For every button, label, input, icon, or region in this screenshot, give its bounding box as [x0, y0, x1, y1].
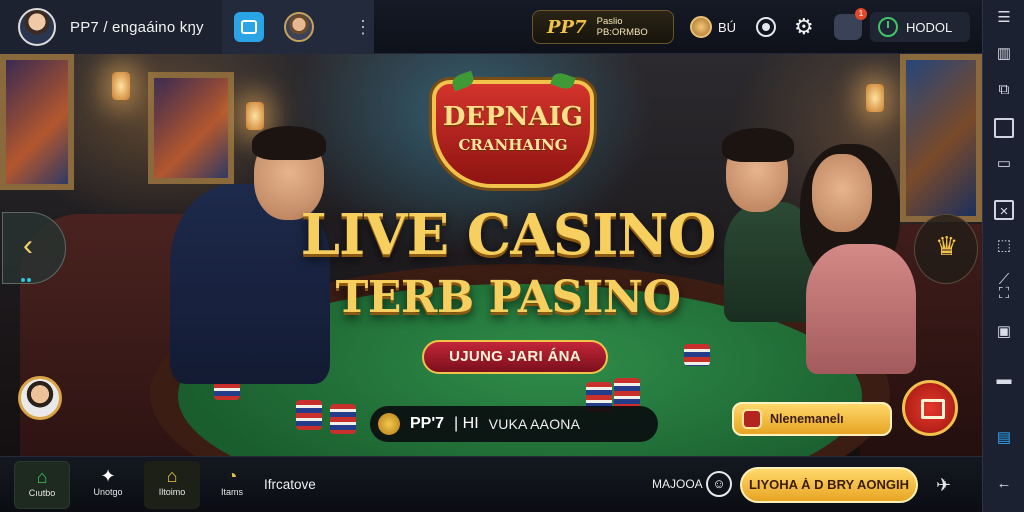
emblem-title: DEPNAIG [442, 102, 584, 132]
chat-button[interactable]: 1 [834, 8, 867, 40]
home-label: HODOL [906, 19, 953, 35]
coin-label: BÚ [718, 19, 737, 35]
home-button[interactable]: HODOL [870, 12, 970, 42]
headline-primary: LIVE CASINO [300, 202, 717, 268]
expand-icon[interactable]: × [994, 200, 1014, 220]
user-badge-icon [742, 409, 762, 429]
page-title: PP7 / engaáino kŋy [70, 18, 204, 36]
footer-text: Ifrcatove [264, 477, 316, 492]
emblem-subtitle: CRANHAING [458, 136, 568, 154]
info-brand: PP'7 [410, 415, 445, 432]
chip-stack [296, 400, 322, 430]
tab-timer[interactable]: ◔ Itams [204, 461, 260, 509]
tab-label: Unotgo [93, 487, 123, 497]
back-icon[interactable]: ← [994, 474, 1014, 494]
support-agent-avatar[interactable] [18, 376, 62, 420]
frame-icon[interactable]: ⬚ [994, 236, 1014, 256]
tab-promos[interactable]: ✦ Unotgo [80, 461, 136, 509]
brand-subtitle-line2: PB:ORMBO [596, 27, 648, 38]
tab-shop[interactable]: ⌂ Iltoimo [144, 461, 200, 509]
tab-label: Itams [220, 487, 243, 497]
app-switcher: ⋮ [222, 0, 374, 54]
info-text: VUKA AAONA [488, 416, 581, 432]
brand-logo: PP7 [547, 16, 587, 38]
wall-poster-left [0, 54, 74, 190]
more-options-icon[interactable]: ⋮ [354, 14, 372, 40]
top-bar: PP7 / engaáino kŋy ⋮ PP7 Paslio PB:ORMBO… [0, 0, 982, 54]
wall-lamp [866, 84, 884, 112]
active-screen-icon[interactable]: ▤ [994, 428, 1014, 448]
play-now-button[interactable]: LIYOHA Ȧ D BRY AONGIH [740, 467, 918, 503]
layers-icon[interactable]: ▣ [994, 322, 1014, 342]
info-pill[interactable]: PP'7 | HI VUKA AAONA [370, 406, 658, 442]
friend-avatar[interactable] [284, 12, 314, 42]
home-icon: ⌂ [36, 467, 48, 487]
app-launcher-icon[interactable] [234, 12, 264, 42]
wall-lamp [112, 72, 130, 100]
brand-subtitle-line1: Paslio [596, 16, 623, 27]
crop-icon[interactable]: ⛶ [994, 284, 1014, 304]
timer-icon: ◔ [226, 466, 238, 486]
wall-lamp [246, 102, 264, 130]
shop-icon: ⌂ [166, 466, 178, 486]
target-icon[interactable] [756, 17, 776, 37]
bottom-nav: ⌂ Cıutbo ✦ Unotgo ⌂ Iltoimo ◔ Itams Ifrc… [0, 456, 982, 512]
emblem-shield [432, 80, 594, 188]
chip-stack [614, 378, 640, 408]
user-avatar[interactable] [18, 8, 56, 46]
chip-stack [684, 344, 710, 366]
register-button[interactable]: Nlenemanelı [732, 402, 892, 436]
layout-icon[interactable]: ▥ [994, 44, 1014, 64]
link-icon[interactable]: ⧉ [994, 80, 1014, 100]
settings-gear-icon[interactable]: ⚙ [794, 14, 814, 40]
casino-emblem: DEPNAIG CRANHAING [432, 70, 594, 188]
hero-banner[interactable]: DEPNAIG CRANHAING LIVE CASINO TERB PASIN… [0, 54, 982, 456]
wallet-button[interactable] [902, 380, 958, 436]
smile-icon[interactable]: ☺ [706, 471, 732, 497]
info-separator: | HI [454, 415, 479, 432]
coin-balance[interactable]: BÚ [690, 16, 736, 38]
pin-icon[interactable]: ✈ [936, 475, 951, 496]
square-icon[interactable] [994, 118, 1014, 138]
promo-ribbon[interactable]: UJUNG JARI ÁNA [422, 340, 608, 374]
brand-subtitle: Paslio PB:ORMBO [597, 16, 648, 38]
footer-user: MAJOOA [652, 477, 703, 491]
screen-icon[interactable]: ▭ [994, 154, 1014, 174]
clock-icon [878, 17, 898, 37]
trophy-icon: ♛ [935, 231, 959, 261]
keyboard-icon[interactable]: ▬ [994, 370, 1014, 390]
brand-badge[interactable]: PP7 Paslio PB:ORMBO [532, 10, 674, 44]
carousel-dots [21, 269, 33, 282]
headline-secondary: TERB PASINO [335, 272, 681, 323]
chevron-left-icon: ‹ [23, 229, 33, 262]
wall-poster-right [900, 54, 982, 222]
chip-stack [330, 404, 356, 434]
menu-icon[interactable]: ☰ [994, 8, 1014, 28]
sparkle-icon: ✦ [100, 466, 116, 486]
brand-coin-icon [378, 413, 400, 435]
tab-label: Cıutbo [28, 488, 56, 498]
wall-poster [148, 72, 234, 184]
emulator-sidebar: ☰ ▥ ⧉ ▭ × ⬚ ⟋ ⛶ ▣ ▬ ▤ ← [982, 0, 1024, 512]
tab-label: Iltoimo [158, 487, 186, 497]
notification-badge: 1 [855, 8, 867, 20]
profile-header[interactable]: PP7 / engaáino kŋy [0, 0, 222, 54]
carousel-next-button[interactable]: ♛ [914, 214, 978, 284]
register-button-label: Nlenemanelı [770, 412, 844, 426]
tab-home[interactable]: ⌂ Cıutbo [14, 461, 70, 509]
coin-icon [690, 16, 712, 38]
